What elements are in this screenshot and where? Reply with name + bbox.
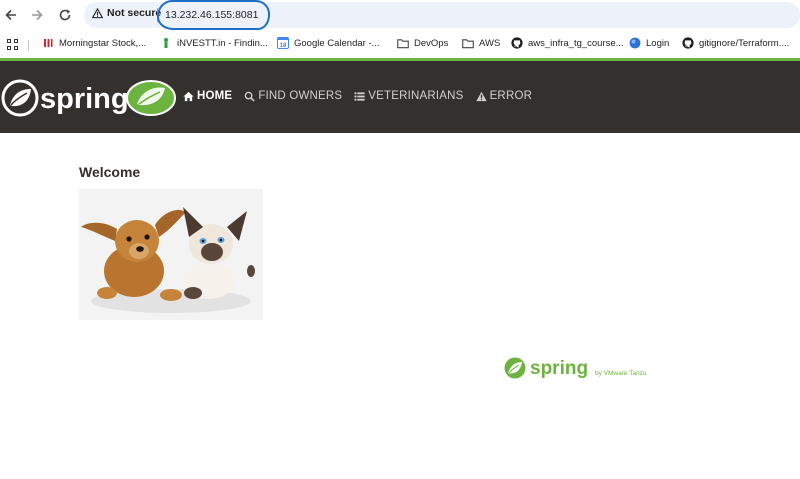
- globe-icon: [629, 37, 641, 49]
- search-icon: [245, 91, 255, 102]
- nav-veterinarians-link[interactable]: VETERINARIANS: [354, 90, 463, 102]
- nav-find-owners-link[interactable]: FIND OWNERS: [244, 90, 342, 102]
- bookmark-aws-folder[interactable]: AWS: [462, 37, 500, 49]
- divider: [28, 40, 29, 51]
- nav-link-label: ERROR: [489, 90, 533, 102]
- page-heading: Welcome: [79, 164, 141, 180]
- nav-link-label: HOME: [197, 90, 233, 102]
- bookmark-morningstar[interactable]: Morningstar Stock,...: [42, 37, 146, 49]
- calendar-day: 18: [280, 43, 287, 49]
- folder-icon: [397, 37, 409, 49]
- nav-home-link[interactable]: HOME: [183, 90, 232, 102]
- bookmark-label: Morningstar Stock,...: [59, 37, 147, 49]
- navbar: spring HOME FIND OWNERS VETERINARIANS ER…: [0, 61, 800, 133]
- bookmark-devops-folder[interactable]: DevOps: [397, 37, 448, 49]
- github-icon: [511, 37, 523, 49]
- navbar-links: HOME FIND OWNERS VETERINARIANS ERROR: [183, 90, 532, 102]
- home-icon: [183, 91, 194, 101]
- calendar-icon: 18: [277, 37, 289, 49]
- nav-link-label: VETERINARIANS: [368, 90, 464, 102]
- folder-icon: [462, 37, 474, 49]
- navbar-logo-text: spring: [40, 83, 129, 115]
- bookmarks-bar: Morningstar Stock,... iNVESTT.in - Findi…: [0, 31, 800, 58]
- security-chip[interactable]: Not secure: [92, 7, 161, 19]
- reload-icon[interactable]: [54, 4, 76, 26]
- nav-link-label: FIND OWNERS: [258, 90, 343, 102]
- warning-icon: [475, 91, 487, 101]
- bookmark-label: DevOps: [414, 37, 449, 49]
- footer-tagline: by VMware Tanzu: [595, 370, 647, 377]
- github-icon: [682, 37, 694, 49]
- bookmark-label: Login: [646, 37, 670, 49]
- bookmark-label: AWS: [479, 37, 501, 49]
- apps-grid-icon[interactable]: [7, 39, 18, 50]
- security-label: Not secure: [107, 7, 162, 19]
- bookmark-google-calendar[interactable]: 18 Google Calendar -...: [277, 37, 380, 49]
- investt-icon: [160, 37, 172, 49]
- morningstar-icon: [42, 37, 54, 49]
- warning-triangle-icon: [92, 7, 103, 18]
- nav-error-link[interactable]: ERROR: [475, 90, 533, 102]
- browser-toolbar: Not secure 13.232.46.155:8081: [0, 0, 800, 31]
- bookmark-login[interactable]: Login: [629, 37, 669, 49]
- url-highlight-annotation: [157, 0, 270, 30]
- forward-arrow-icon[interactable]: [26, 4, 48, 26]
- bookmark-investt[interactable]: iNVESTT.in - Findin...: [160, 37, 268, 49]
- bookmark-gitignore-terraform[interactable]: gitignore/Terraform....: [682, 37, 789, 49]
- footer-brand-text: spring: [530, 358, 588, 379]
- bookmark-label: gitignore/Terraform....: [699, 37, 790, 49]
- bookmark-label: iNVESTT.in - Findin...: [177, 37, 268, 49]
- bookmark-label: Google Calendar -...: [294, 37, 380, 49]
- bookmark-label: aws_infra_tg_course...: [528, 37, 624, 49]
- spring-vmware-tanzu-logo: spring by VMware Tanzu: [503, 355, 663, 381]
- back-arrow-icon[interactable]: [0, 4, 22, 26]
- bookmark-aws-infra-course[interactable]: aws_infra_tg_course...: [511, 37, 624, 49]
- spring-petclinic-logo[interactable]: spring: [0, 77, 180, 119]
- list-icon: [354, 91, 365, 101]
- pets-image: [79, 189, 263, 320]
